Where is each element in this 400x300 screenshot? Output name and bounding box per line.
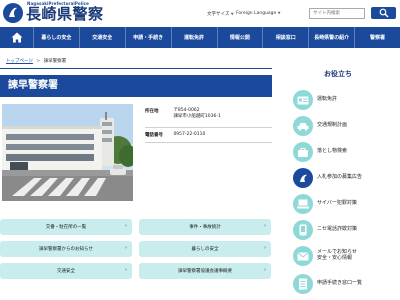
language-label: Foreign Language: [236, 11, 277, 16]
link-crime-statistics[interactable]: 事件・事故統計 ›: [139, 219, 271, 235]
link-label: 事件・事故統計: [189, 225, 221, 230]
station-photo: [2, 104, 133, 201]
page-title-bar: 諫早警察署: [0, 75, 272, 97]
sidebar-item-label: ニセ電話詐欺対策: [317, 226, 358, 232]
link-label: 暮らしの安全: [191, 247, 219, 252]
nav-item-police-stations[interactable]: 警察署: [355, 27, 400, 48]
breadcrumb-home-link[interactable]: トップページ: [6, 59, 33, 64]
site-search-input[interactable]: [309, 8, 365, 19]
search-button[interactable]: [371, 7, 396, 19]
link-label: 交番・駐在所の一覧: [45, 225, 87, 230]
breadcrumb: トップページ > 諫早警察署: [6, 58, 66, 64]
sidebar-item-cyber-crime[interactable]: サイバー犯罪対策: [293, 194, 393, 214]
chevron-down-icon: ▼: [230, 12, 234, 16]
breadcrumb-current: 諫早警察署: [43, 59, 67, 64]
arrow-right-icon: ›: [264, 245, 266, 251]
arrow-right-icon: ›: [125, 245, 127, 251]
info-divider: [145, 142, 272, 143]
home-icon: [11, 32, 22, 43]
sidebar-item-phone-scam[interactable]: ニセ電話詐欺対策: [293, 220, 393, 240]
sidebar-item-label: 落とし物検索: [317, 148, 348, 154]
bid-icon: [293, 168, 313, 188]
sidebar-item-label: メールでお知らせ 安全・安心情報: [317, 249, 357, 261]
arrow-right-icon: ›: [264, 267, 266, 273]
breadcrumb-divider: [0, 68, 272, 69]
nav-item-about[interactable]: 長崎県警の紹介: [309, 27, 356, 48]
sidebar-item-label: 申請手続き窓口一覧: [317, 280, 363, 286]
nav-item-disclosure[interactable]: 情報公開: [218, 27, 264, 48]
global-nav: 暮らしの安全 交通安全 申請・手続き 運転免許 情報公開 相談窓口 長崎県警の紹…: [0, 27, 400, 48]
sidebar-item-label-line2: 安全・安心情報: [317, 255, 353, 261]
page-title: 諫早警察署: [8, 80, 58, 91]
link-label: 諫早警察署協議会議事概要: [178, 269, 232, 274]
location-value: 〒854-0062 諫早市小船越町1036-1: [173, 108, 220, 120]
link-station-news[interactable]: 諫早警察署からのお知らせ ›: [0, 241, 132, 257]
sidebar-title: お役立ち: [280, 69, 396, 79]
sidebar-item-traffic-plan[interactable]: 交通規制計画: [293, 116, 393, 136]
phone-scam-icon: [293, 220, 313, 240]
arrow-right-icon: ›: [125, 223, 127, 229]
sidebar-title-text: お役立ち: [324, 70, 352, 78]
font-size-label: 文字サイズ: [207, 12, 230, 17]
location-label: 所在地: [145, 109, 159, 114]
nav-item-consultation[interactable]: 相談窓口: [263, 27, 310, 48]
sidebar-item-license[interactable]: 運転免許: [293, 90, 393, 110]
info-divider: [145, 127, 272, 128]
info-phone-row: 電話番号 0957-22-0110: [145, 132, 205, 138]
car-icon: [293, 116, 313, 136]
lost-item-icon: [293, 142, 313, 162]
site-logo-text[interactable]: 長崎県警察: [26, 6, 104, 23]
nav-item-applications[interactable]: 申請・手続き: [126, 27, 172, 48]
info-location-row: 所在地 〒854-0062 諫早市小船越町1036-1: [145, 108, 221, 120]
home-button[interactable]: [0, 27, 34, 48]
postal-code: 〒854-0062: [173, 108, 200, 113]
arrow-right-icon: ›: [125, 267, 127, 273]
sidebar-item-application-desks[interactable]: 申請手続き窓口一覧: [293, 274, 393, 294]
arrow-right-icon: ›: [264, 223, 266, 229]
font-size-control[interactable]: 文字サイズ ▼: [207, 11, 234, 17]
link-koban-list[interactable]: 交番・駐在所の一覧 ›: [0, 219, 132, 235]
nav-item-drivers-license[interactable]: 運転免許: [172, 27, 218, 48]
sidebar-item-bid-ads[interactable]: 入札参加の募集広告: [293, 168, 393, 188]
breadcrumb-separator: >: [36, 59, 41, 64]
link-label: 諫早警察署からのお知らせ: [39, 247, 93, 252]
sidebar-item-label: 運転免許: [317, 96, 338, 102]
cyber-icon: [293, 194, 313, 214]
site-header: NagasakiPrefecturalPolice 長崎県警察 文字サイズ ▼ …: [0, 0, 400, 26]
phone-value: 0957-22-0110: [173, 132, 206, 137]
license-icon: [293, 90, 313, 110]
sidebar-item-label: 交通規制計画: [317, 122, 348, 128]
link-life-safety[interactable]: 暮らしの安全 ›: [139, 241, 271, 257]
nav-item-life-safety[interactable]: 暮らしの安全: [34, 27, 80, 48]
police-emblem-icon[interactable]: [3, 3, 23, 23]
document-icon: [293, 274, 313, 294]
sidebar-item-lost-items[interactable]: 落とし物検索: [293, 142, 393, 162]
chevron-down-icon: ▼: [277, 11, 281, 15]
sidebar-item-label: 入札参加の募集広告: [317, 174, 363, 180]
sidebar-item-label: サイバー犯罪対策: [317, 200, 357, 206]
link-council-minutes[interactable]: 諫早警察署協議会議事概要 ›: [139, 263, 271, 279]
nav-item-traffic-safety[interactable]: 交通安全: [80, 27, 126, 48]
sidebar-item-mail-alerts[interactable]: メールでお知らせ 安全・安心情報: [293, 246, 393, 266]
search-icon: [379, 8, 388, 18]
mail-icon: [293, 246, 313, 266]
phone-label: 電話番号: [145, 133, 163, 138]
address-text: 諫早市小船越町1036-1: [173, 114, 221, 119]
link-label: 交通安全: [57, 269, 75, 274]
link-traffic-safety[interactable]: 交通安全 ›: [0, 263, 132, 279]
language-selector[interactable]: Foreign Language ▼: [236, 11, 280, 16]
